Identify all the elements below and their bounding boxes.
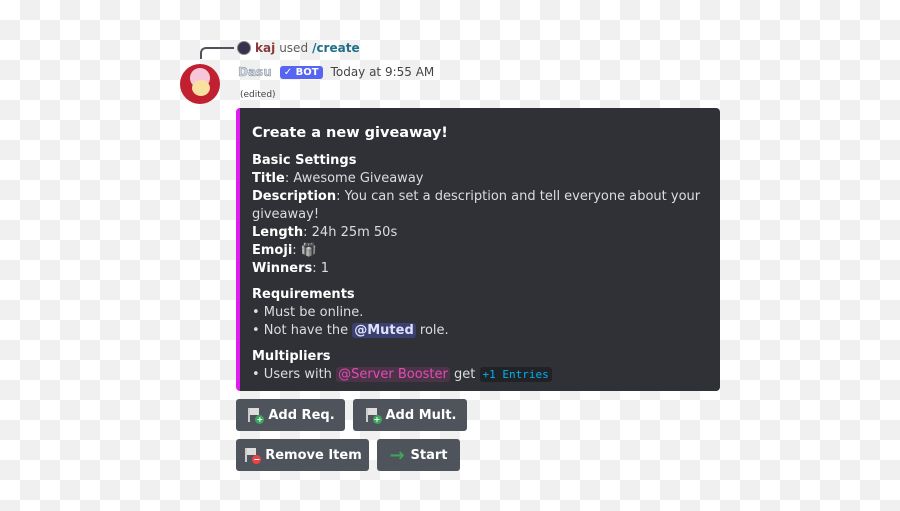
value: : 1 xyxy=(312,261,330,276)
edited-label: (edited) xyxy=(240,90,276,100)
requirement-item: • Must be online. xyxy=(252,305,364,320)
emoji-line: Emoji: 🎁 xyxy=(252,242,708,260)
label: Winners xyxy=(252,261,313,276)
role-mention[interactable]: @Server Booster xyxy=(336,367,450,382)
field-heading: Multipliers xyxy=(252,349,331,364)
reply-used: used xyxy=(279,41,309,55)
user-avatar[interactable] xyxy=(237,41,251,55)
embed-title: Create a new giveaway! xyxy=(252,125,448,141)
command-reply: kaj used /create xyxy=(237,41,360,55)
button-label: Start xyxy=(410,447,448,463)
label: Length xyxy=(252,225,304,240)
avatar-face xyxy=(192,80,210,96)
flag-add-icon: + xyxy=(364,407,382,424)
bot-badge: ✓ BOT xyxy=(279,65,323,79)
label: Title xyxy=(252,171,285,186)
add-req-button[interactable]: + Add Req. xyxy=(236,399,345,431)
flag-remove-icon: − xyxy=(243,447,262,464)
length-line: Length: 24h 25m 50s xyxy=(252,224,708,242)
label: Emoji xyxy=(252,243,293,258)
timestamp: Today at 9:55 AM xyxy=(330,65,435,79)
description-line: Description: You can set a description a… xyxy=(252,188,708,224)
value: : 24h 25m 50s xyxy=(303,225,398,240)
value: : Awesome Giveaway xyxy=(284,171,424,186)
text: • Not have the xyxy=(252,323,353,338)
add-mult-button[interactable]: + Add Mult. xyxy=(353,399,467,431)
remove-item-button[interactable]: − Remove Item xyxy=(236,439,369,471)
text: role. xyxy=(415,323,449,338)
flag-add-icon: + xyxy=(246,407,265,424)
winners-line: Winners: 1 xyxy=(252,260,708,278)
role-mention[interactable]: @Muted xyxy=(352,323,416,338)
button-label: Remove Item xyxy=(265,447,362,463)
label: Description xyxy=(252,189,337,204)
field-heading: Basic Settings xyxy=(252,153,357,168)
multipliers-field: Multipliers • Users with @Server Booster… xyxy=(252,348,708,384)
basic-settings-field: Basic Settings Title: Awesome Giveaway D… xyxy=(252,152,708,278)
reply-connector xyxy=(200,47,234,59)
multiplier-item: • Users with @Server Booster get +1 Entr… xyxy=(252,366,708,384)
start-button[interactable]: → Start xyxy=(377,439,460,471)
giveaway-embed: Create a new giveaway! Basic Settings Ti… xyxy=(236,108,720,391)
inline-code: +1 Entries xyxy=(479,367,552,382)
gift-icon: : 🎁 xyxy=(292,243,317,258)
text: get xyxy=(449,367,480,382)
title-line: Title: Awesome Giveaway xyxy=(252,170,708,188)
author-name[interactable]: Dasu xyxy=(238,65,272,79)
requirement-item: • Not have the @Muted role. xyxy=(252,322,708,340)
field-heading: Requirements xyxy=(252,287,355,302)
button-label: Add Mult. xyxy=(385,407,457,423)
requirements-field: Requirements • Must be online. • Not hav… xyxy=(252,286,708,340)
text: • Users with xyxy=(252,367,337,382)
command-name[interactable]: /create xyxy=(312,41,360,55)
button-label: Add Req. xyxy=(268,407,335,423)
reply-username[interactable]: kaj xyxy=(255,41,275,55)
message-header: Dasu ✓ BOT Today at 9:55 AM xyxy=(238,65,434,79)
arrow-right-icon: → xyxy=(389,444,405,466)
